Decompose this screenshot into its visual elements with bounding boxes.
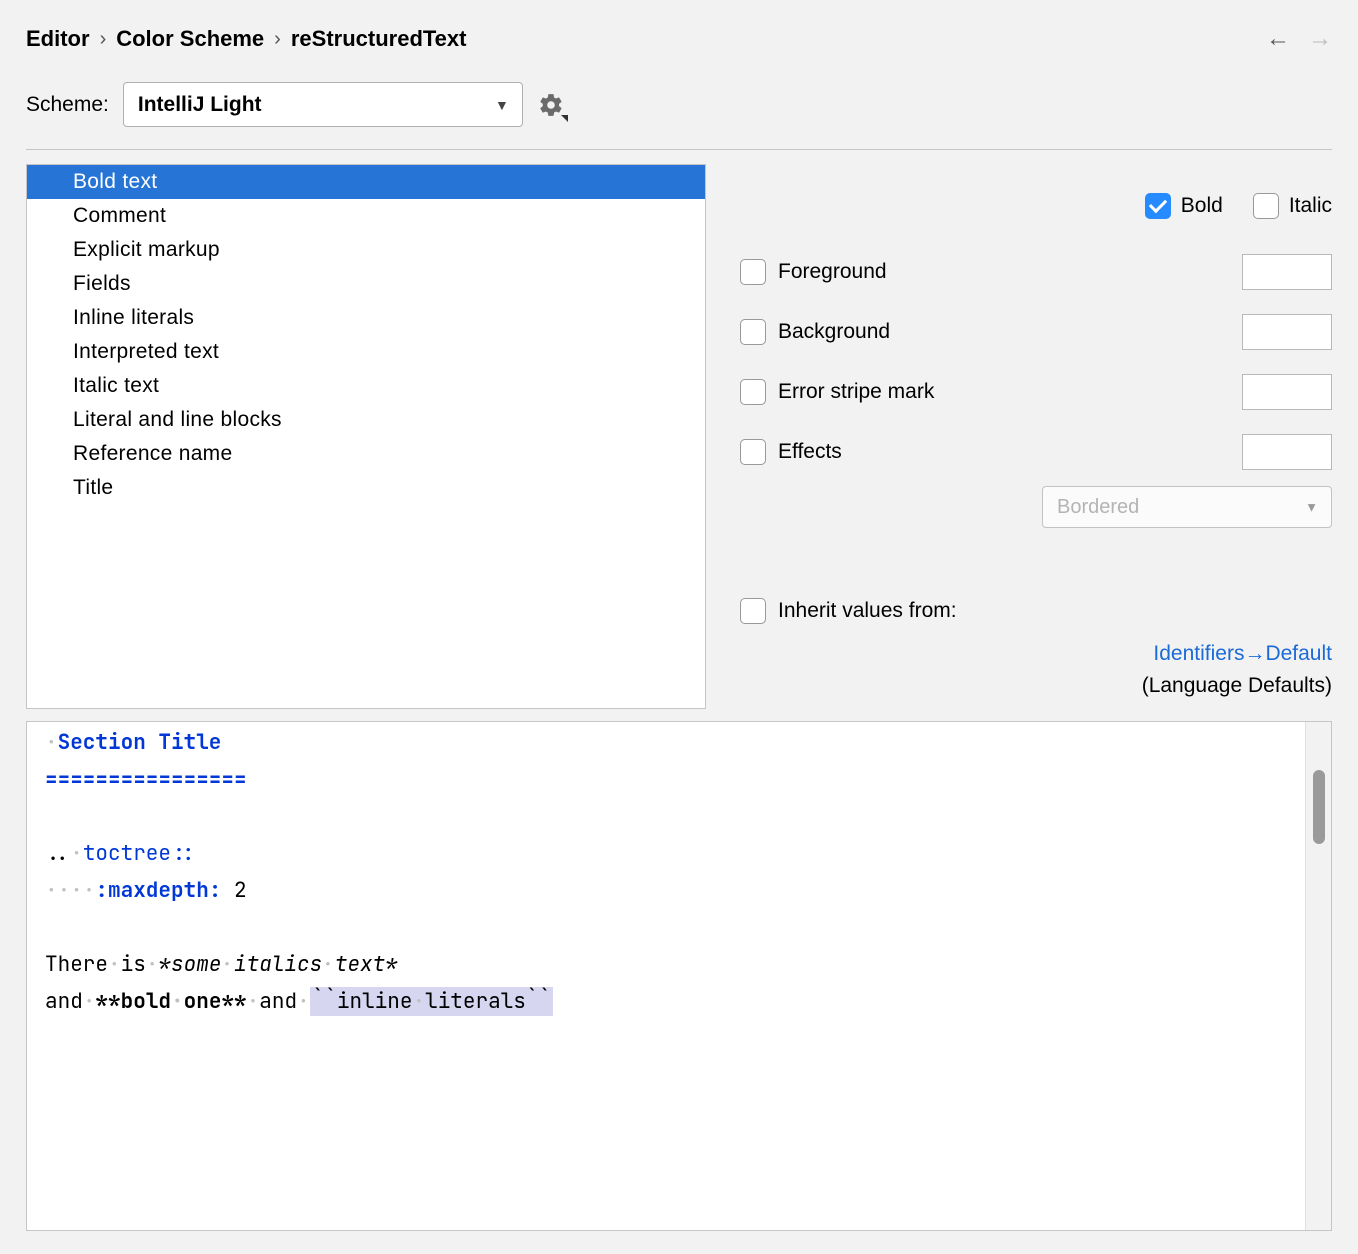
attribute-item[interactable]: Fields (27, 267, 705, 301)
inherit-block: Inherit values from: Identifiers→Default… (740, 598, 1332, 701)
breadcrumb-row: Editor › Color Scheme › reStructuredText… (26, 26, 1332, 52)
background-color-swatch[interactable] (1242, 314, 1332, 350)
scheme-row: Scheme: IntelliJ Light ▼ (26, 82, 1332, 150)
background-checkbox[interactable] (740, 319, 766, 345)
foreground-label: Foreground (778, 260, 887, 284)
inherit-checkbox[interactable] (740, 598, 766, 624)
scrollbar-thumb[interactable] (1313, 770, 1325, 844)
italic-label: Italic (1289, 194, 1332, 218)
foreground-color-swatch[interactable] (1242, 254, 1332, 290)
breadcrumb-color-scheme[interactable]: Color Scheme (116, 26, 264, 52)
bold-label: Bold (1181, 194, 1223, 218)
tok-maxdepth: :maxdepth: (95, 877, 221, 904)
inherit-sub-label: (Language Defaults) (1142, 674, 1332, 697)
tok-maxdepth-val: 2 (234, 877, 247, 904)
preview-content[interactable]: ·Section Title ================ ..·toctr… (27, 722, 1305, 1230)
attribute-item[interactable]: Comment (27, 199, 705, 233)
nav-arrows: ← → (1266, 27, 1332, 51)
background-label: Background (778, 320, 890, 344)
effects-row: Effects (740, 422, 1332, 482)
tok-italic: *some·italics·text* (158, 951, 397, 978)
breadcrumb-sep-icon: › (274, 28, 281, 51)
attribute-item[interactable]: Interpreted text (27, 335, 705, 369)
errorstripe-label: Error stripe mark (778, 380, 934, 404)
attribute-list[interactable]: Bold textCommentExplicit markupFieldsInl… (26, 164, 706, 709)
attribute-item[interactable]: Reference name (27, 437, 705, 471)
breadcrumb-sep-icon: › (100, 28, 107, 51)
errorstripe-row: Error stripe mark (740, 362, 1332, 422)
scheme-label: Scheme: (26, 93, 109, 117)
breadcrumb-restructuredtext[interactable]: reStructuredText (291, 26, 467, 52)
effects-select-row: Bordered ▼ (740, 486, 1332, 528)
effects-color-swatch[interactable] (1242, 434, 1332, 470)
attribute-item[interactable]: Explicit markup (27, 233, 705, 267)
errorstripe-checkbox[interactable] (740, 379, 766, 405)
properties-panel: Bold Italic Foreground Background Error … (706, 164, 1332, 709)
foreground-checkbox[interactable] (740, 259, 766, 285)
main-panels: Bold textCommentExplicit markupFieldsInl… (26, 164, 1332, 709)
attribute-item[interactable]: Bold text (27, 165, 705, 199)
inherit-link[interactable]: Identifiers→Default (1153, 642, 1332, 665)
effects-label: Effects (778, 440, 842, 464)
errorstripe-color-swatch[interactable] (1242, 374, 1332, 410)
preview-panel: ·Section Title ================ ..·toctr… (26, 721, 1332, 1231)
inherit-link-row: Identifiers→Default (Language Defaults) (740, 638, 1332, 701)
inherit-label: Inherit values from: (778, 599, 957, 623)
effects-checkbox[interactable] (740, 439, 766, 465)
attribute-item[interactable]: Literal and line blocks (27, 403, 705, 437)
fontstyle-row: Bold Italic (740, 178, 1332, 234)
bold-checkbox[interactable] (1145, 193, 1171, 219)
scheme-select-wrap: IntelliJ Light ▼ (123, 82, 523, 127)
tok-toctree: toctree:: (83, 840, 196, 867)
preview-code: ·Section Title ================ ..·toctr… (45, 724, 1287, 1020)
gear-icon[interactable] (537, 91, 565, 119)
attribute-item[interactable]: Inline literals (27, 301, 705, 335)
tok-underline: ================ (45, 766, 247, 793)
background-row: Background (740, 302, 1332, 362)
breadcrumb-editor[interactable]: Editor (26, 26, 90, 52)
back-icon[interactable]: ← (1266, 27, 1290, 51)
breadcrumb: Editor › Color Scheme › reStructuredText (26, 26, 466, 52)
attribute-item[interactable]: Italic text (27, 369, 705, 403)
effects-type-select[interactable]: Bordered (1042, 486, 1332, 528)
preview-scrollbar[interactable] (1305, 722, 1331, 1230)
italic-checkbox[interactable] (1253, 193, 1279, 219)
attribute-item[interactable]: Title (27, 471, 705, 505)
tok-title: Section Title (58, 729, 222, 756)
tok-bold: **bold·one** (95, 988, 246, 1015)
foreground-row: Foreground (740, 242, 1332, 302)
dropdown-hint-icon (561, 115, 568, 122)
forward-icon[interactable]: → (1308, 27, 1332, 51)
tok-inline: ``inline·literals`` (310, 987, 553, 1016)
scheme-select[interactable]: IntelliJ Light (123, 82, 523, 127)
